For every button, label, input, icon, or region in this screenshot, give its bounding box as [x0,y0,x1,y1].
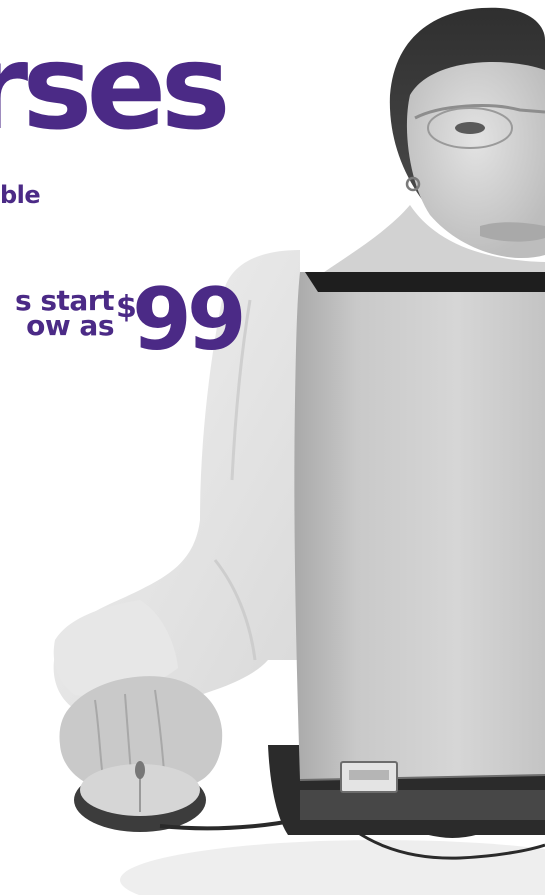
price-amount: 99 [132,270,247,370]
price-promo: s start ow as $ 99 [0,277,247,372]
subhead-text: ble [0,181,41,209]
ad-banner: rses ble s start ow as $ 99 [0,0,545,895]
promo-line-2: ow as [26,309,114,342]
headline-text: rses [0,18,231,156]
